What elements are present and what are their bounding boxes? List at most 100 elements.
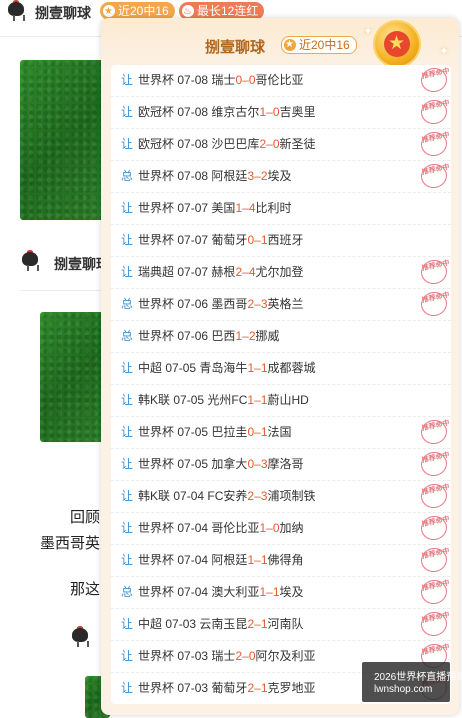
hit-stamp-icon: 推荐命中 [418, 577, 450, 607]
record-row[interactable]: 让世界杯 07-07 美国1–4比利时 [111, 193, 451, 225]
match-date: 07-05 [173, 393, 205, 407]
popup-record-text: 近20中16 [299, 38, 350, 52]
home-team: 沙巴巴库 [211, 137, 260, 151]
author-avatar[interactable] [20, 250, 42, 272]
league: 世界杯 [138, 425, 175, 439]
record-row[interactable]: 让欧冠杯 07-08 沙巴巴库2–0新圣徒 推荐命中 [111, 129, 451, 161]
score-separator: – [242, 201, 249, 215]
home-team: 葡萄牙 [211, 233, 248, 247]
away-team: 尤尔加登 [255, 265, 304, 279]
record-line: 让韩K联 07-05 光州FC1–1蔚山HD [121, 392, 309, 408]
sparkle-icon: ✦ [363, 24, 374, 38]
away-score: 3 [260, 297, 268, 311]
score-separator: – [254, 617, 261, 631]
match-date: 07-05 [165, 361, 197, 375]
score-separator: – [242, 265, 249, 279]
author-name[interactable]: 捌壹聊球 [35, 3, 91, 23]
league: 世界杯 [138, 233, 175, 247]
away-score: 2 [260, 169, 268, 183]
record-row[interactable]: 让韩K联 07-05 光州FC1–1蔚山HD [111, 385, 451, 417]
record-line: 让瑞典超 07-07 赫根2–4尤尔加登 [121, 264, 304, 280]
score-separator: – [254, 297, 261, 311]
away-team: 埃及 [279, 585, 304, 599]
bet-type-tag: 让 [121, 137, 134, 151]
home-team: 葡萄牙 [211, 681, 248, 695]
away-score: 1 [260, 361, 268, 375]
article-text: 那这 [70, 581, 101, 598]
record-line: 让世界杯 07-04 阿根廷1–1佛得角 [121, 552, 304, 568]
away-team: 哥伦比亚 [255, 73, 304, 87]
league: 世界杯 [138, 201, 175, 215]
record-row[interactable]: 让韩K联 07-04 FC安养2–3浦项制铁 推荐命中 [111, 481, 451, 513]
bet-type-tag: 让 [121, 649, 134, 663]
record-row[interactable]: 让世界杯 07-05 加拿大0–3摩洛哥 推荐命中 [111, 449, 451, 481]
league: 世界杯 [138, 649, 175, 663]
home-team: 云南玉昆 [199, 617, 248, 631]
flame-icon [182, 3, 194, 21]
bet-type-tag: 总 [121, 329, 134, 343]
record-line: 让世界杯 07-07 葡萄牙0–1西班牙 [121, 232, 304, 248]
record-line: 让欧冠杯 07-08 维京古尔1–0吉奥里 [121, 104, 316, 120]
star-icon [284, 37, 296, 53]
away-team: 佛得角 [267, 553, 304, 567]
score-separator: – [254, 681, 261, 695]
bet-type-tag: 总 [121, 297, 134, 311]
record-row[interactable]: 让欧冠杯 07-08 维京古尔1–0吉奥里 推荐命中 [111, 97, 451, 129]
league: 世界杯 [138, 73, 175, 87]
away-score: 0 [272, 137, 280, 151]
record-row[interactable]: 总世界杯 07-06 巴西1–2挪威 [111, 321, 451, 353]
record-line: 让中超 07-03 云南玉昆2–1河南队 [121, 616, 304, 632]
home-team: 哥伦比亚 [211, 521, 260, 535]
article-image-1 [20, 60, 110, 220]
record-line: 总世界杯 07-04 澳大利亚1–1埃及 [121, 584, 304, 600]
league: 世界杯 [138, 169, 175, 183]
popup-title: 捌壹聊球 [205, 39, 266, 56]
match-date: 07-05 [177, 425, 209, 439]
away-score: 4 [248, 201, 256, 215]
league: 瑞典超 [138, 265, 175, 279]
match-date: 07-08 [177, 169, 209, 183]
home-team: 巴西 [211, 329, 236, 343]
divider [20, 290, 110, 291]
record-line: 让世界杯 07-03 瑞士2–0阿尔及利亚 [121, 648, 316, 664]
record-popup[interactable]: 捌壹聊球 近20中16 ★ ✦ ✦ 让世界杯 07-08 瑞士0–0哥伦比亚推荐… [101, 18, 459, 715]
record-line: 让世界杯 07-05 巴拉圭0–1法国 [121, 424, 292, 440]
league: 欧冠杯 [138, 105, 175, 119]
avatar[interactable] [6, 0, 28, 22]
hit-stamp-icon: 推荐命中 [418, 129, 450, 159]
record-row[interactable]: 总世界杯 07-08 阿根廷3–2埃及 推荐命中 [111, 161, 451, 193]
bet-type-tag: 让 [121, 201, 134, 215]
match-date: 07-06 [177, 329, 209, 343]
record-row[interactable]: 让世界杯 07-04 哥伦比亚1–0加纳 推荐命中 [111, 513, 451, 545]
record-row[interactable]: 总世界杯 07-04 澳大利亚1–1埃及 推荐命中 [111, 577, 451, 609]
bet-type-tag: 让 [121, 265, 134, 279]
hit-stamp-icon: 推荐命中 [418, 161, 450, 191]
bet-type-tag: 让 [121, 393, 134, 407]
score-separator: – [266, 521, 273, 535]
home-team: 赫根 [211, 265, 236, 279]
record-row[interactable]: 让世界杯 07-07 葡萄牙0–1西班牙 [111, 225, 451, 257]
away-team: 浦项制铁 [267, 489, 316, 503]
record-row[interactable]: 让世界杯 07-08 瑞士0–0哥伦比亚 推荐命中 [111, 65, 451, 97]
match-date: 07-03 [177, 681, 209, 695]
match-date: 07-03 [165, 617, 197, 631]
hit-stamp-icon: 推荐命中 [418, 97, 450, 127]
away-score: 4 [248, 265, 256, 279]
away-team: 蔚山HD [267, 393, 309, 407]
away-score: 0 [248, 73, 256, 87]
away-score: 1 [272, 585, 280, 599]
record-row[interactable]: 总世界杯 07-06 墨西哥2–3英格兰 推荐命中 [111, 289, 451, 321]
hit-stamp-icon: 推荐命中 [418, 481, 450, 511]
away-score: 0 [272, 521, 280, 535]
record-row[interactable]: 让世界杯 07-04 阿根廷1–1佛得角 推荐命中 [111, 545, 451, 577]
match-date: 07-06 [177, 297, 209, 311]
sparkle-icon: ✦ [439, 44, 450, 58]
record-row[interactable]: 让中超 07-05 青岛海牛1–1成都蓉城 [111, 353, 451, 385]
home-team: 青岛海牛 [199, 361, 248, 375]
record-row[interactable]: 让中超 07-03 云南玉昆2–1河南队 推荐命中 [111, 609, 451, 641]
match-date: 07-03 [177, 649, 209, 663]
match-date: 07-05 [177, 457, 209, 471]
record-row[interactable]: 让瑞典超 07-07 赫根2–4尤尔加登 推荐命中 [111, 257, 451, 289]
record-row[interactable]: 让世界杯 07-05 巴拉圭0–1法国 推荐命中 [111, 417, 451, 449]
rooster-legs-icon [77, 641, 89, 647]
